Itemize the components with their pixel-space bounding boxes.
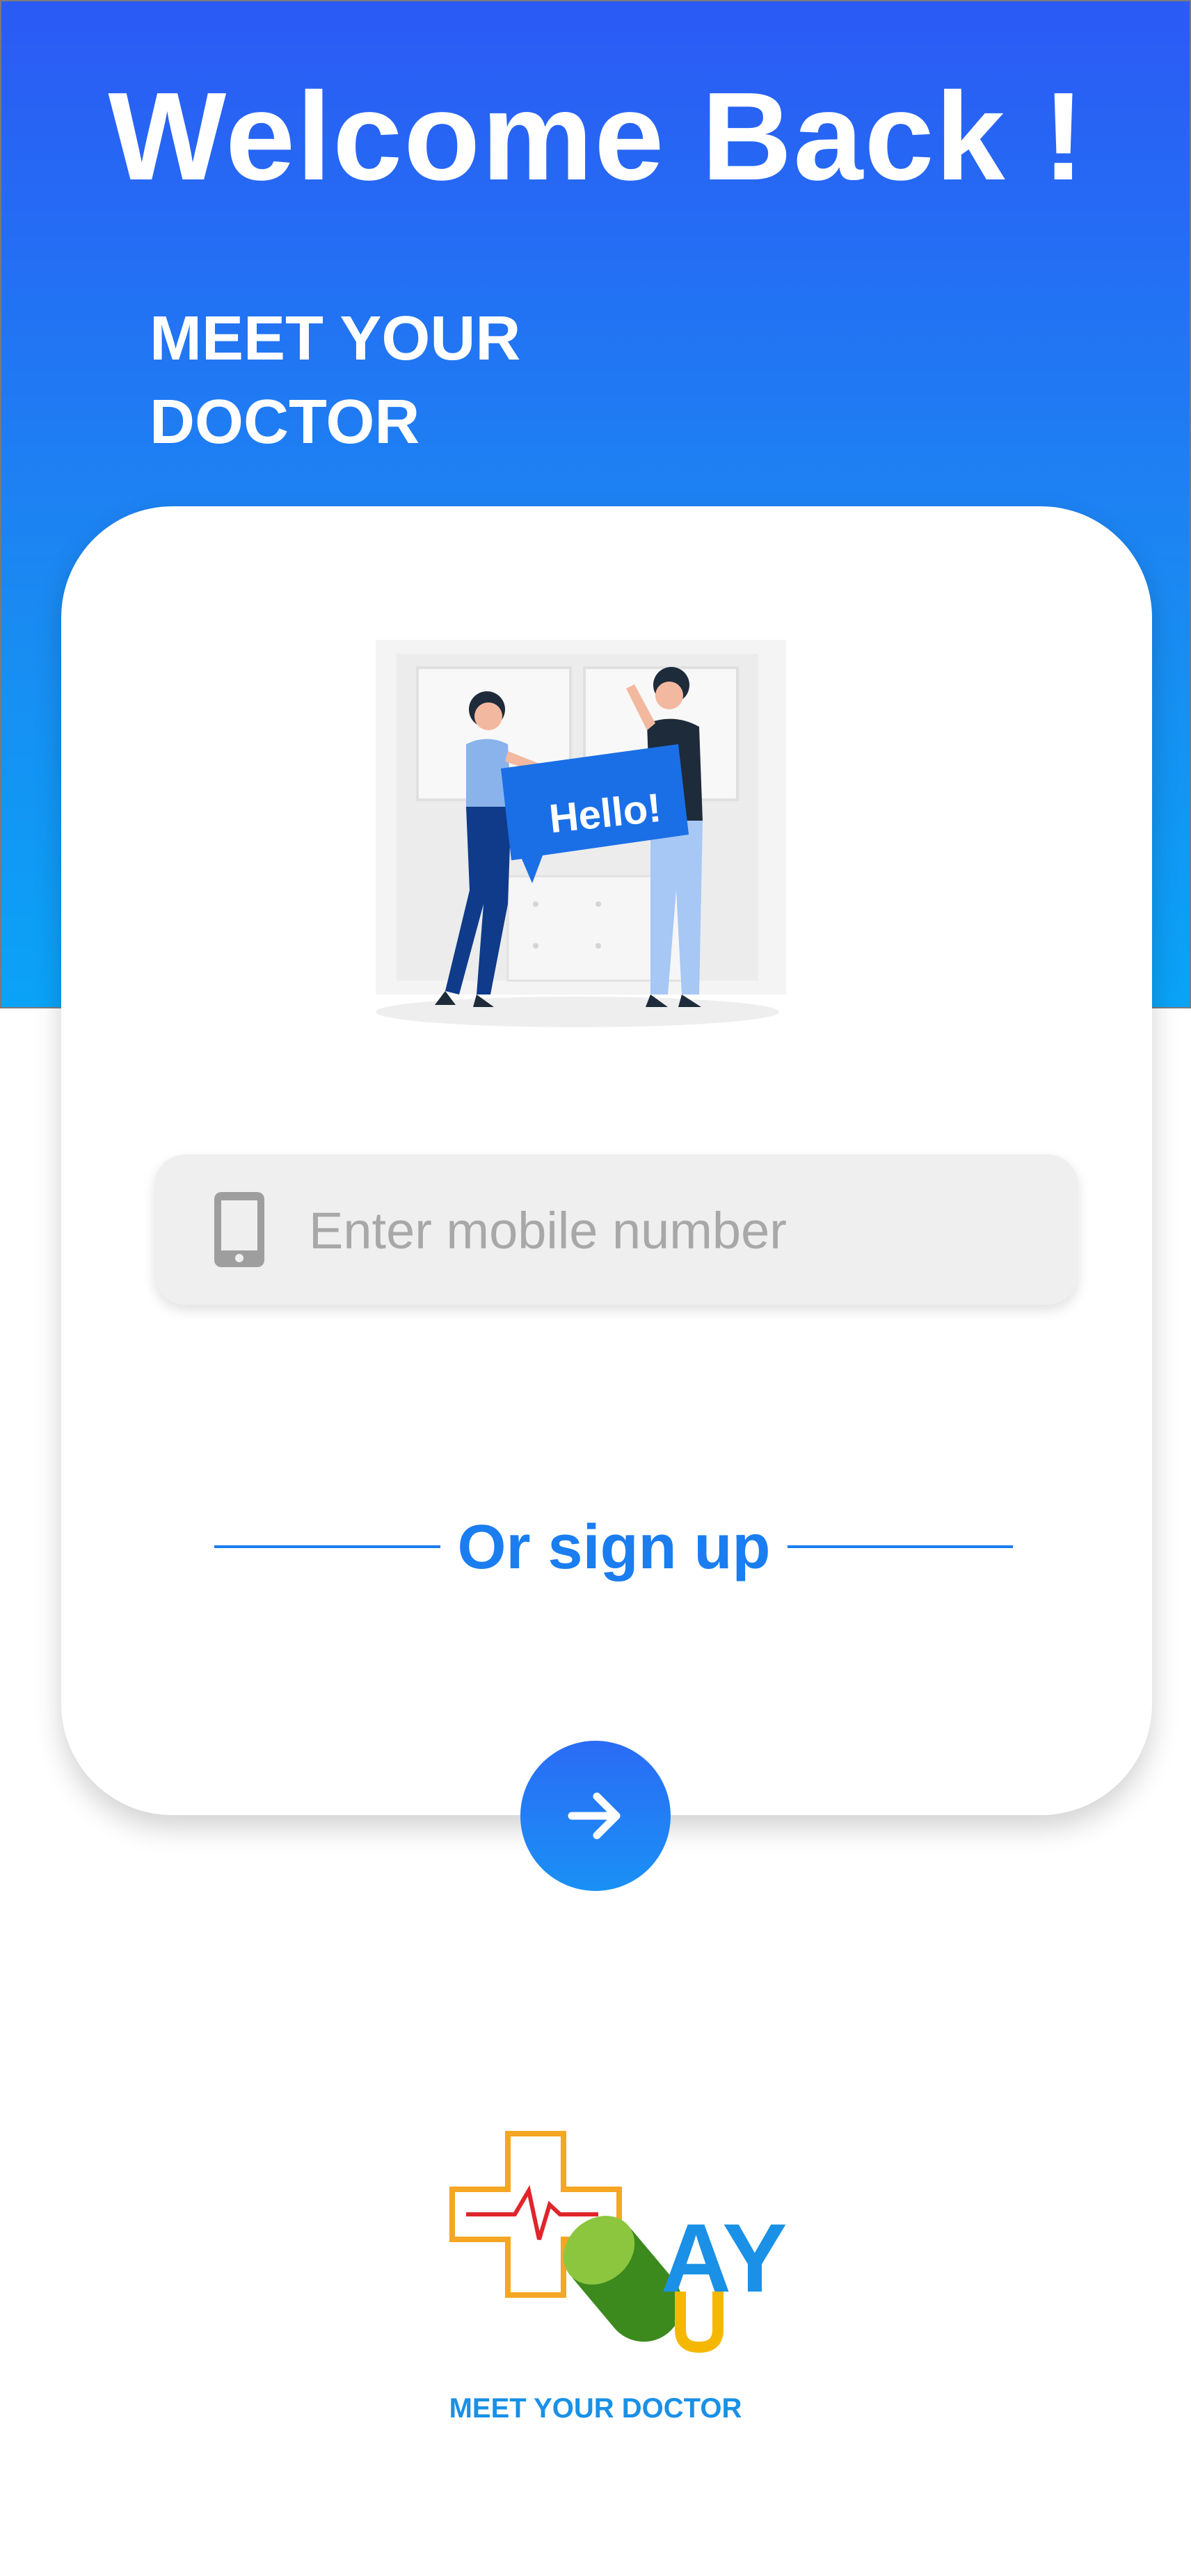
sign-up-link[interactable]: Or sign up	[440, 1506, 788, 1589]
welcome-title: Welcome Back !	[108, 67, 1086, 207]
brand-logo: AY	[449, 2131, 788, 2353]
tagline-line-1: MEET YOUR	[150, 304, 521, 373]
tagline: MEET YOUR DOCTOR	[150, 297, 520, 464]
divider-right	[788, 1545, 1013, 1548]
arrow-right-icon	[568, 1792, 621, 1840]
mobile-number-input[interactable]	[307, 1182, 1048, 1278]
brand-caption: MEET YOUR DOCTOR	[449, 2393, 742, 2424]
smartphone-icon	[214, 1192, 264, 1267]
tagline-line-2: DOCTOR	[150, 387, 420, 457]
next-button[interactable]	[520, 1741, 671, 1891]
mobile-number-field[interactable]	[154, 1154, 1078, 1305]
divider-left	[214, 1545, 440, 1548]
